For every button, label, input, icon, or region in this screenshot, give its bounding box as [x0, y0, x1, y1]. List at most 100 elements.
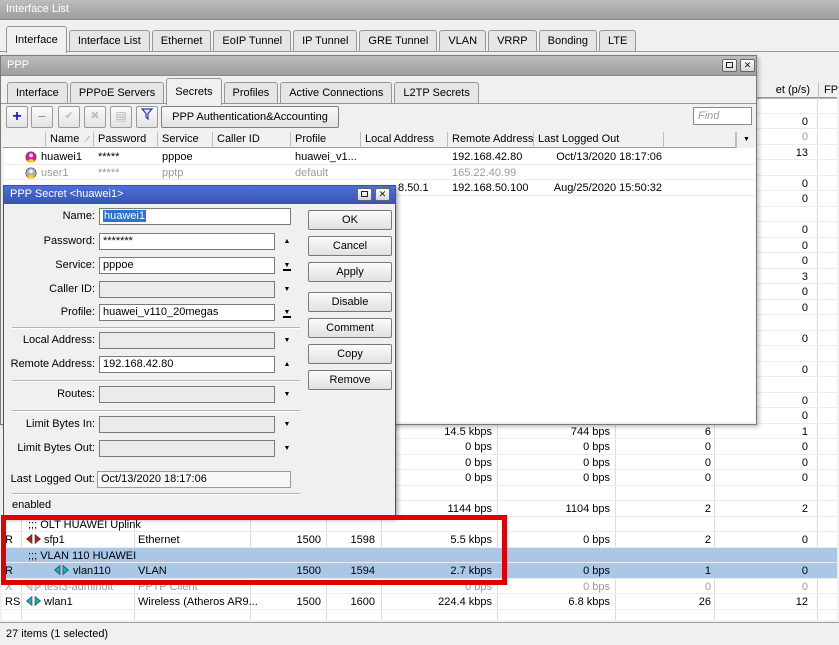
ppp-aaa-button[interactable]: PPP Authentication&Accounting	[161, 106, 339, 128]
apply-button[interactable]: Apply	[308, 262, 392, 282]
interface-type: VLAN	[138, 564, 167, 578]
dropdown-spin-icon[interactable]: ▼	[280, 257, 294, 274]
row-flag: RS	[5, 595, 20, 609]
remove-button[interactable]: −	[31, 106, 53, 128]
field-input-name[interactable]: huawei1	[99, 208, 291, 225]
column-header-profile[interactable]: Profile	[291, 132, 361, 148]
ppp-tab-active-connections[interactable]: Active Connections	[280, 82, 392, 104]
find-input[interactable]	[693, 107, 752, 125]
field-input-caller-id[interactable]	[99, 281, 275, 298]
dropdown-arrow-icon[interactable]: ▼	[280, 440, 294, 457]
column-header-blank[interactable]	[664, 132, 736, 148]
dialog-close-button[interactable]: ✕	[375, 188, 390, 201]
secret-profile: default	[295, 166, 328, 180]
field-input-local-address[interactable]	[99, 332, 275, 349]
comment-button[interactable]: ▤	[110, 106, 132, 128]
comment-row[interactable]: ;;; OLT HUAWEI Uplink	[2, 517, 837, 533]
tx-rate-value: 224.4 kbps	[392, 595, 492, 609]
copy-button[interactable]: Copy	[308, 344, 392, 364]
tx-packet-value: 6	[611, 425, 711, 439]
interface-list-titlebar[interactable]: Interface List	[0, 0, 839, 20]
comment-text: ;;; OLT HUAWEI Uplink	[28, 518, 141, 532]
interface-arrows-icon	[26, 596, 41, 609]
close-button[interactable]: ✕	[740, 59, 755, 72]
dropdown-arrow-icon[interactable]: ▼	[280, 416, 294, 433]
close-icon: ✕	[744, 60, 752, 70]
tab-gre-tunnel[interactable]: GRE Tunnel	[359, 30, 437, 52]
field-input-remote-address[interactable]: 192.168.42.80	[99, 356, 275, 373]
tab-bonding[interactable]: Bonding	[539, 30, 597, 52]
comment-button[interactable]: Comment	[308, 318, 392, 338]
up-arrow-icon[interactable]: ▲	[280, 356, 294, 373]
column-header-service[interactable]: Service	[158, 132, 213, 148]
ppp-tab-secrets[interactable]: Secrets	[166, 78, 221, 105]
ppp-tab-pppoe-servers[interactable]: PPPoE Servers	[70, 82, 164, 104]
ppp-secret-row[interactable]: huawei1*****pppoehuawei_v1...192.168.42.…	[4, 149, 755, 165]
column-header-caller-id[interactable]: Caller ID	[213, 132, 291, 148]
rx-rate-value: 0 bps	[510, 440, 610, 454]
remove-button[interactable]: Remove	[308, 370, 392, 390]
field-input-limit-bytes-in[interactable]	[99, 416, 275, 433]
maximize-button[interactable]	[722, 59, 737, 72]
dropdown-arrow-icon[interactable]: ▼	[280, 332, 294, 349]
field-input-profile[interactable]: huawei_v110_20megas	[99, 304, 275, 321]
ppp-tabstrip-divider	[1, 103, 756, 104]
column-header-name[interactable]: Name⟋	[46, 132, 94, 148]
tab-eoip-tunnel[interactable]: EoIP Tunnel	[213, 30, 291, 52]
ppp-titlebar[interactable]: PPP ✕	[1, 56, 756, 76]
add-button[interactable]: +	[6, 106, 28, 128]
filter-button[interactable]	[136, 106, 158, 128]
field-input-service[interactable]: pppoe	[99, 257, 275, 274]
tab-vlan[interactable]: VLAN	[439, 30, 486, 52]
enable-button[interactable]: ✔	[58, 106, 80, 128]
column-header-password[interactable]: Password	[94, 132, 158, 148]
tab-vrrp[interactable]: VRRP	[488, 30, 537, 52]
column-header-fp-tx[interactable]: FP T	[820, 83, 839, 98]
field-label-caller-id: Caller ID:	[6, 281, 95, 298]
comment-row[interactable]: ;;; VLAN 110 HUAWEI	[2, 548, 837, 564]
dialog-titlebar[interactable]: PPP Secret <huawei1> ✕	[4, 186, 395, 204]
ok-button[interactable]: OK	[308, 210, 392, 230]
dropdown-arrow-icon[interactable]: ▼	[280, 386, 294, 403]
interface-row[interactable]: RSwlan1Wireless (Atheros AR9...150016002…	[2, 594, 837, 610]
dropdown-arrow-icon[interactable]: ▼	[280, 281, 294, 298]
ppp-tabstrip: InterfacePPPoE ServersSecretsProfilesAct…	[7, 77, 481, 104]
tab-lte[interactable]: LTE	[599, 30, 636, 52]
rx-packet-value: 2	[708, 502, 808, 516]
tab-ip-tunnel[interactable]: IP Tunnel	[293, 30, 357, 52]
column-header-blank[interactable]	[4, 132, 46, 148]
field-input-last-logged-out[interactable]: Oct/13/2020 18:17:06	[97, 471, 291, 488]
enable-check-icon: ✔	[64, 110, 73, 122]
interface-row[interactable]: Rsfp1Ethernet150015985.5 kbps0 bps20	[2, 532, 837, 548]
disable-button[interactable]: Disable	[308, 292, 392, 312]
column-header-local-address[interactable]: Local Address	[361, 132, 448, 148]
column-header-remote-address[interactable]: Remote Address	[448, 132, 534, 148]
interface-list-statusbar: 27 items (1 selected)	[0, 622, 839, 645]
rx-rate-value: 744 bps	[510, 425, 610, 439]
tx-packet-value: 0	[611, 580, 711, 594]
ppp-tab-l2tp-secrets[interactable]: L2TP Secrets	[394, 82, 478, 104]
interface-row[interactable]: Rvlan110VLAN150015942.7 kbps0 bps10	[2, 563, 837, 579]
column-chooser-dropdown[interactable]: ▼	[736, 132, 756, 148]
comment-text: ;;; VLAN 110 HUAWEI	[28, 549, 136, 563]
rx-packet-value: 0	[708, 533, 808, 547]
tab-ethernet[interactable]: Ethernet	[152, 30, 212, 52]
ppp-tab-interface[interactable]: Interface	[7, 82, 68, 104]
interface-row[interactable]: Xtest3-adminoltPPTP Client0 bps0 bps00	[2, 579, 837, 595]
column-header-last-logged-out[interactable]: Last Logged Out	[534, 132, 664, 148]
field-input-limit-bytes-out[interactable]	[99, 440, 275, 457]
disable-button[interactable]: ✖	[84, 106, 106, 128]
dropdown-spin-icon[interactable]: ▼	[280, 304, 294, 321]
tx-packet-value: 26	[611, 595, 711, 609]
field-input-password[interactable]: *******	[99, 233, 275, 250]
rx-rate-value: 0 bps	[510, 471, 610, 485]
dialog-maximize-button[interactable]	[357, 188, 372, 201]
ppp-tab-profiles[interactable]: Profiles	[224, 82, 279, 104]
up-arrow-icon[interactable]: ▲	[280, 233, 294, 250]
tab-interface[interactable]: Interface	[6, 26, 67, 53]
cancel-button[interactable]: Cancel	[308, 236, 392, 256]
ppp-secret-row[interactable]: user1*****pptpdefault165.22.40.99	[4, 165, 755, 181]
selected-text: huawei1	[103, 210, 146, 222]
field-input-routes[interactable]	[99, 386, 275, 403]
tab-interface-list[interactable]: Interface List	[69, 30, 150, 52]
